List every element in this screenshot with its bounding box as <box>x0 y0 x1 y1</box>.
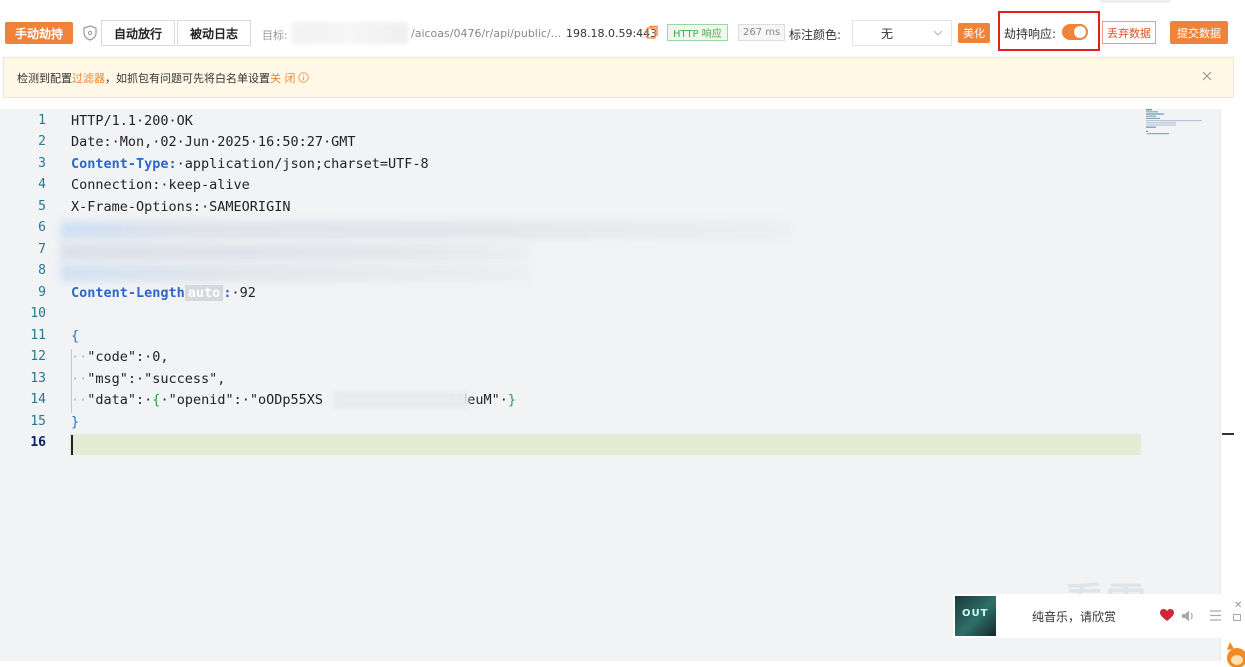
redacted-line <box>60 243 530 261</box>
submit-button[interactable]: 提交数据 <box>1170 21 1228 44</box>
line-number: 11 <box>30 328 46 343</box>
http-response-tag: HTTP 响应 <box>667 24 728 41</box>
line-number: 8 <box>38 263 46 278</box>
music-player[interactable]: OUT 纯音乐，请欣赏 <box>953 594 1245 638</box>
music-title: 纯音乐，请欣赏 <box>1032 610 1117 624</box>
line-number: 6 <box>38 220 46 235</box>
volume-icon[interactable] <box>1181 609 1196 623</box>
line-number: 5 <box>38 199 46 214</box>
editor-scrollbar[interactable] <box>1220 109 1234 661</box>
toolbar: 手动劫持 自动放行 被动日志 目标: /aicoas/0476/r/api/pu… <box>0 0 1245 56</box>
code-line-date: Date:·Mon,·02·Jun·2025·16:50:27·GMT <box>71 134 356 150</box>
manual-hijack-button[interactable]: 手动劫持 <box>5 22 74 44</box>
text-cursor <box>71 435 73 455</box>
line-number: 14 <box>30 392 46 407</box>
redacted-openid <box>334 391 468 409</box>
line-number-active: 16 <box>30 435 46 450</box>
line-number: 13 <box>30 371 46 386</box>
line-number: 1 <box>38 113 46 128</box>
redacted-host <box>292 22 408 44</box>
close-whitelist-link[interactable]: 关 闭 <box>270 72 296 85</box>
redacted-line <box>60 264 530 282</box>
code-line-frame-options: X-Frame-Options:·SAMEORIGIN <box>71 199 291 215</box>
minimize-player-icon[interactable] <box>1233 614 1241 621</box>
close-icon[interactable] <box>1201 70 1213 82</box>
playlist-icon[interactable] <box>1209 609 1222 622</box>
code-line-connection: Connection:·keep-alive <box>71 177 250 193</box>
scroll-position-marker <box>1222 433 1234 435</box>
line-number: 7 <box>38 242 46 257</box>
line-number: 3 <box>38 156 46 171</box>
response-time-tag: 267 ms <box>738 24 786 41</box>
redacted-line <box>60 221 790 239</box>
line-number: 2 <box>38 134 46 149</box>
copy-icon[interactable] <box>646 25 658 39</box>
target-label: 目标: <box>262 29 288 42</box>
code-line-code: ··"code":·0, <box>71 349 169 365</box>
discard-button[interactable]: 丢弃数据 <box>1102 21 1156 44</box>
line-number: 9 <box>38 285 46 300</box>
hijack-response-toggle[interactable] <box>1062 24 1088 40</box>
auto-chip: auto <box>184 285 224 301</box>
code-line-msg: ··"msg":·"success", <box>71 371 226 387</box>
shield-icon[interactable] <box>83 25 97 41</box>
line-gutter: 1 2 3 4 5 6 7 8 9 10 11 12 13 14 15 16 <box>0 109 60 661</box>
line-number: 12 <box>30 349 46 364</box>
warning-text: 检测到配置过滤器，如抓包有问题可先将白名单设置关 闭 <box>17 70 309 86</box>
hijack-response-label: 劫持响应: <box>1004 27 1057 41</box>
filter-warning-bar: 检测到配置过滤器，如抓包有问题可先将白名单设置关 闭 <box>3 57 1234 98</box>
code-line-status: HTTP/1.1·200·OK <box>71 113 193 129</box>
auto-release-button[interactable]: 自动放行 <box>101 20 176 46</box>
code-line-close-brace: } <box>71 414 80 430</box>
filter-link[interactable]: 过滤器 <box>72 72 105 85</box>
chevron-down-icon <box>933 30 943 36</box>
code-line-content-length: Content-Length auto:·92 <box>71 285 256 301</box>
line-number: 4 <box>38 177 46 192</box>
code-line-open-brace: { <box>71 328 80 344</box>
target-ip: 198.18.0.59:443 <box>566 27 658 40</box>
line-number: 10 <box>30 306 46 321</box>
minimap[interactable] <box>1146 109 1204 135</box>
line-number: 15 <box>30 414 46 429</box>
color-select-value: 无 <box>881 26 894 41</box>
top-edge <box>1100 0 1170 3</box>
color-label: 标注颜色: <box>789 28 842 42</box>
color-select[interactable]: 无 <box>852 20 952 46</box>
heart-icon[interactable] <box>1160 609 1174 622</box>
beautify-button[interactable]: 美化 <box>958 23 990 43</box>
response-editor[interactable]: 1 2 3 4 5 6 7 8 9 10 11 12 13 14 15 16 H… <box>0 109 1220 661</box>
code-line-content-type: Content-Type:·application/json;charset=U… <box>71 156 429 172</box>
info-icon <box>297 71 309 83</box>
mascot-icon <box>1227 642 1245 667</box>
close-player-icon[interactable]: ✕ <box>1234 600 1242 611</box>
passive-log-button[interactable]: 被动日志 <box>177 20 252 46</box>
active-line-highlight <box>70 434 1141 455</box>
album-cover[interactable]: OUT <box>955 596 996 636</box>
target-url: /aicoas/0476/r/api/public/... <box>411 27 562 40</box>
